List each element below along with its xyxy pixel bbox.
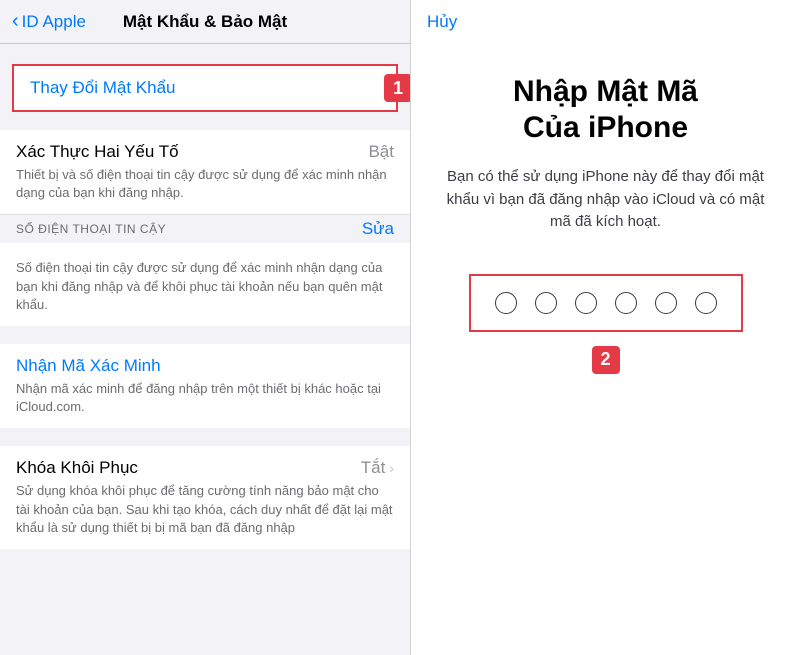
passcode-dot-5 [655,292,677,314]
trusted-phone-edit[interactable]: Sửa [362,219,394,239]
recovery-value: Tắt [361,458,386,478]
change-password-highlight: Thay Đổi Mật Khẩu [12,64,398,112]
right-content: Nhập Mật Mã Của iPhone Bạn có thể sử dụn… [411,44,800,655]
right-nav: Hủy [411,0,800,44]
two-factor-label: Xác Thực Hai Yếu Tố [16,142,179,162]
two-factor-value: Bật [368,142,394,162]
back-button[interactable]: ‹ ID Apple [12,10,86,33]
two-factor-desc: Thiết bị và số điện thoại tin cậy được s… [16,166,394,202]
right-panel: Hủy Nhập Mật Mã Của iPhone Bạn có thể sử… [410,0,800,655]
verification-desc: Nhận mã xác minh để đăng nhập trên một t… [16,380,394,416]
trusted-phone-label-row: SỐ ĐIỆN THOẠI TIN CẬY Sửa [0,215,410,243]
step2-badge: 2 [592,346,620,374]
passcode-dot-2 [535,292,557,314]
recovery-item[interactable]: Khóa Khôi Phục Tắt › Sử dụng khóa khôi p… [0,446,410,549]
verification-label: Nhận Mã Xác Minh [16,356,161,375]
trusted-phone-header: SỐ ĐIỆN THOẠI TIN CẬY [16,222,166,236]
right-desc: Bạn có thể sử dụng iPhone này để thay đổ… [441,166,770,234]
step1-badge: 1 [384,74,410,102]
verification-item[interactable]: Nhận Mã Xác Minh Nhận mã xác minh để đăn… [0,344,410,428]
passcode-highlight-box [469,274,743,332]
two-factor-row: Xác Thực Hai Yếu Tố Bật [16,142,394,162]
recovery-section: Khóa Khôi Phục Tắt › Sử dụng khóa khôi p… [0,446,410,549]
back-label: ID Apple [22,12,86,32]
right-title: Nhập Mật Mã Của iPhone [513,74,698,146]
recovery-desc: Sử dụng khóa khôi phục để tăng cường tín… [16,482,394,537]
verification-section: Nhận Mã Xác Minh Nhận mã xác minh để đăn… [0,344,410,428]
passcode-dot-4 [615,292,637,314]
passcode-dot-3 [575,292,597,314]
cancel-button[interactable]: Hủy [427,12,457,32]
recovery-row: Khóa Khôi Phục Tắt › [16,458,394,478]
left-panel: ‹ ID Apple Mật Khẩu & Bảo Mật Thay Đổi M… [0,0,410,655]
passcode-container: 2 [441,274,770,374]
passcode-dot-1 [495,292,517,314]
two-factor-section: Xác Thực Hai Yếu Tố Bật Thiết bị và số đ… [0,130,410,326]
chevron-right-icon: › [389,460,394,476]
content-scroll: Thay Đổi Mật Khẩu 1 Xác Thực Hai Yếu Tố … [0,44,410,655]
two-factor-item[interactable]: Xác Thực Hai Yếu Tố Bật Thiết bị và số đ… [0,130,410,215]
change-password-item[interactable]: Thay Đổi Mật Khẩu [14,66,396,110]
trusted-phone-desc-item: Số điện thoại tin cậy được sử dụng để xá… [0,243,410,326]
recovery-label: Khóa Khôi Phục [16,458,138,478]
change-password-label: Thay Đổi Mật Khẩu [30,78,176,97]
passcode-dot-6 [695,292,717,314]
trusted-phone-desc: Số điện thoại tin cậy được sử dụng để xá… [16,259,394,314]
nav-bar: ‹ ID Apple Mật Khẩu & Bảo Mật [0,0,410,44]
chevron-left-icon: ‹ [12,10,19,33]
change-password-section: Thay Đổi Mật Khẩu 1 [12,64,398,112]
page-title: Mật Khẩu & Bảo Mật [123,12,287,32]
